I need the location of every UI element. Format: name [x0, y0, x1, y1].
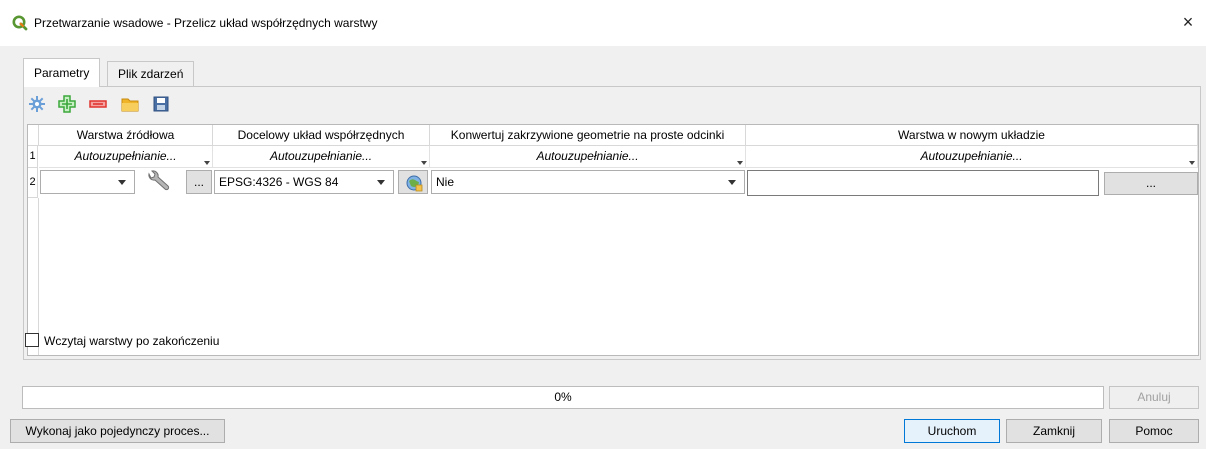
wrench-icon[interactable] — [145, 170, 173, 194]
row-header-column — [28, 198, 39, 355]
chevron-down-icon — [728, 180, 736, 185]
header-source-layer[interactable]: Warstwa źródłowa — [39, 125, 213, 146]
cancel-button[interactable]: Anuluj — [1109, 386, 1199, 409]
load-layers-label[interactable]: Wczytaj warstwy po zakończeniu — [44, 334, 219, 348]
convert-curves-select[interactable]: Nie — [431, 170, 745, 194]
progress-bar: 0% — [22, 386, 1104, 409]
source-browse-label: ... — [193, 175, 204, 189]
autofill-output-layer[interactable]: Autouzupełnianie... — [746, 146, 1198, 168]
header-target-crs[interactable]: Docelowy układ współrzędnych — [213, 125, 430, 146]
close-button[interactable]: Zamknij — [1006, 419, 1102, 443]
remove-row-icon[interactable] — [88, 94, 108, 114]
corner-header — [28, 125, 39, 146]
save-icon[interactable] — [151, 94, 171, 114]
qgis-logo-icon — [12, 15, 28, 31]
source-browse-button[interactable]: ... — [186, 170, 212, 194]
row-number-2: 2 — [28, 168, 38, 198]
tab-parametry[interactable]: Parametry — [23, 58, 101, 87]
output-layer-input[interactable] — [747, 170, 1099, 196]
autofill-label: Autouzupełnianie... — [74, 149, 177, 163]
autofill-label: Autouzupełnianie... — [269, 149, 373, 163]
run-button[interactable]: Uruchom — [904, 419, 1000, 443]
tab-plik-zdarzen[interactable]: Plik zdarzeń — [107, 61, 195, 86]
convert-curves-value: Nie — [436, 175, 455, 189]
output-browse-label: ... — [1145, 176, 1156, 190]
run-single-process-button[interactable]: Wykonaj jako pojedynczy proces... — [10, 419, 225, 443]
autofill-gear-icon[interactable] — [27, 94, 47, 114]
help-button[interactable]: Pomoc — [1109, 419, 1199, 443]
add-row-icon[interactable] — [57, 94, 77, 114]
header-convert-curves[interactable]: Konwertuj zakrzywione geometrie na prost… — [430, 125, 746, 146]
chevron-down-icon — [118, 180, 126, 185]
close-icon[interactable]: × — [1170, 6, 1206, 40]
open-folder-icon[interactable] — [120, 94, 140, 114]
batch-table: Warstwa źródłowa Docelowy układ współrzę… — [27, 124, 1199, 356]
autofill-convert-curves[interactable]: Autouzupełnianie... — [430, 146, 746, 168]
output-browse-button[interactable]: ... — [1104, 172, 1198, 195]
globe-crs-icon — [406, 175, 423, 192]
chevron-down-icon — [377, 180, 385, 185]
autofill-label: Autouzupełnianie... — [920, 149, 1023, 163]
row-number-1: 1 — [28, 146, 38, 168]
autofill-label: Autouzupełnianie... — [536, 149, 639, 163]
load-layers-checkbox[interactable] — [25, 333, 39, 347]
header-output-layer[interactable]: Warstwa w nowym układzie — [746, 125, 1198, 146]
window-title: Przetwarzanie wsadowe - Przelicz układ w… — [34, 16, 378, 30]
crs-selector-button[interactable] — [398, 170, 428, 194]
autofill-source-layer[interactable]: Autouzupełnianie... — [39, 146, 213, 168]
crs-value: EPSG:4326 - WGS 84 — [219, 175, 339, 189]
source-layer-select[interactable] — [40, 170, 135, 194]
crs-select[interactable]: EPSG:4326 - WGS 84 — [214, 170, 394, 194]
chevron-down-icon — [737, 161, 743, 165]
chevron-down-icon — [421, 161, 427, 165]
chevron-down-icon — [1189, 161, 1195, 165]
chevron-down-icon — [204, 161, 210, 165]
autofill-target-crs[interactable]: Autouzupełnianie... — [213, 146, 430, 168]
progress-label: 0% — [554, 390, 572, 404]
title-bar: Przetwarzanie wsadowe - Przelicz układ w… — [0, 0, 1206, 46]
